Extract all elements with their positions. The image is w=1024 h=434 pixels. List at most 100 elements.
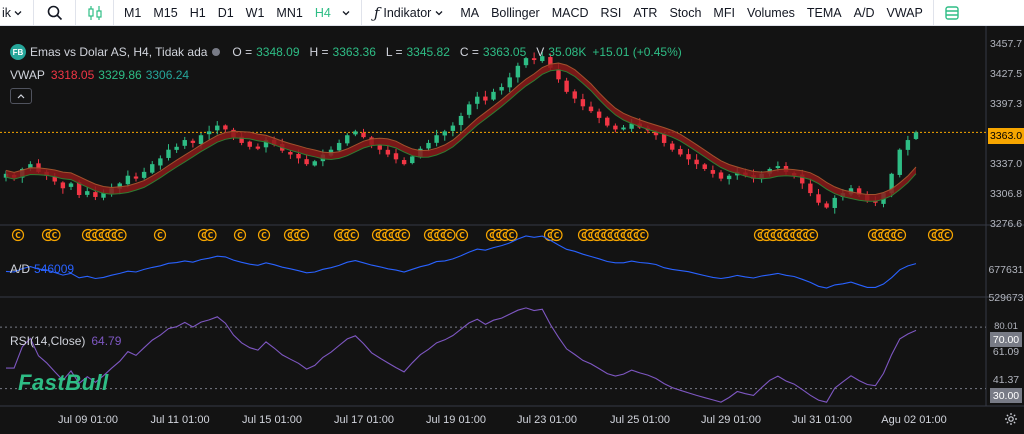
event-marker-letter: C <box>809 231 815 240</box>
candle-up <box>410 156 415 164</box>
event-marker: C <box>204 228 217 242</box>
candle-up <box>905 140 911 150</box>
indicator-atr[interactable]: ATR <box>627 0 663 26</box>
candle-down <box>556 69 561 80</box>
event-marker-letter: C <box>447 231 453 240</box>
timeframe-d1[interactable]: D1 <box>212 0 240 26</box>
indicator-rsi[interactable]: RSI <box>595 0 628 26</box>
event-marker: C <box>805 228 819 242</box>
candle-up <box>434 135 439 143</box>
candle-up <box>507 77 512 88</box>
vwap-value-1: 3318.05 <box>50 68 95 82</box>
candle-up <box>198 135 204 145</box>
candle-up <box>466 104 472 115</box>
candle-down <box>304 159 309 165</box>
collapse-legend-button[interactable] <box>10 88 32 104</box>
candle-up <box>141 171 147 178</box>
price-axis-label: 3306.8 <box>989 188 1023 200</box>
event-marker: C <box>257 228 271 242</box>
event-marker-letter: C <box>640 231 646 240</box>
indicator-tema[interactable]: TEMA <box>801 0 848 26</box>
time-axis-label: Jul 25 01:00 <box>610 414 670 426</box>
candle-down <box>702 164 707 169</box>
event-marker-letter: C <box>897 231 903 240</box>
rsi-series <box>0 307 986 403</box>
ad-line <box>5 235 917 289</box>
event-marker: C <box>455 228 469 242</box>
candle-down <box>401 160 407 165</box>
symbol-title: Emas vs Dolar AS, H4, Tidak ada <box>30 45 208 59</box>
event-marker: C <box>636 228 649 242</box>
chart-area[interactable]: CCCCCCCCCCCCCCCCCCCCCCCCCCCCCCCCCCCCCCCC… <box>0 26 1024 434</box>
market-status-icon <box>212 48 221 56</box>
candle-down <box>255 146 261 149</box>
indicator-ma[interactable]: MA <box>454 0 485 26</box>
vwap-value-2: 3329.86 <box>98 68 142 82</box>
chart-type-button[interactable] <box>76 0 114 26</box>
timeframe-more-button[interactable] <box>337 0 362 26</box>
candle-up <box>174 146 179 150</box>
candle-down <box>710 170 716 174</box>
timeframe-m1[interactable]: M1 <box>118 0 147 26</box>
event-marker-letter: C <box>261 231 267 240</box>
vwap-legend[interactable]: VWAP 3318.05 3329.86 3306.24 <box>10 68 189 82</box>
function-icon: ƒ <box>373 3 380 22</box>
candle-up <box>85 191 90 195</box>
indicator-bollinger[interactable]: Bollinger <box>485 0 546 26</box>
time-axis-label: Agu 02 01:00 <box>881 414 947 426</box>
candle-down <box>686 154 691 160</box>
time-axis-label: Jul 15 01:00 <box>242 414 302 426</box>
candle-up <box>775 166 781 169</box>
chart-canvas[interactable]: CCCCCCCCCCCCCCCCCCCCCCCCCCCCCCCCCCCCCCCC… <box>0 26 1024 434</box>
ad-axis-label: 529673 <box>988 292 1024 304</box>
search-button[interactable] <box>34 0 76 26</box>
price-axis-label: 3276.6 <box>989 218 1023 230</box>
candle-up <box>450 125 456 131</box>
candle-down <box>93 192 98 197</box>
timeframe-h4[interactable]: H4 <box>309 0 337 26</box>
event-marker-letter: C <box>52 231 58 240</box>
indicator-vwap[interactable]: VWAP <box>880 0 934 26</box>
vwap-label: VWAP <box>10 68 45 82</box>
candle-up <box>458 115 464 126</box>
close-value: 3363.05 <box>482 45 527 59</box>
symbol-selector[interactable]: ik <box>0 0 34 26</box>
toolbar: ik M1 M15 H1 D1 W1 MN1 H4 ƒ Indikator MA… <box>0 0 1024 26</box>
candle-down <box>613 125 618 130</box>
symbol-badge: FB <box>10 44 26 60</box>
rsi-legend: RSI(14,Close) 64.79 <box>10 334 121 348</box>
rsi-axis-label: 41.37 <box>992 374 1020 386</box>
settings-button[interactable] <box>1004 412 1018 429</box>
candle-down <box>596 111 602 118</box>
event-marker-letter: C <box>350 231 356 240</box>
event-marker-letter: C <box>118 231 124 240</box>
timeframe-w1[interactable]: W1 <box>240 0 271 26</box>
indicator-stoch[interactable]: Stoch <box>663 0 707 26</box>
rsi-axis-label: 61.09 <box>992 346 1020 358</box>
candle-down <box>605 117 610 126</box>
candle-down <box>588 106 594 112</box>
indicator-macd[interactable]: MACD <box>546 0 595 26</box>
timeframe-h1[interactable]: H1 <box>184 0 212 26</box>
timeframe-m15[interactable]: M15 <box>147 0 183 26</box>
candle-up <box>158 158 163 166</box>
candle-down <box>808 183 813 194</box>
indicator-volumes[interactable]: Volumes <box>741 0 801 26</box>
event-marker: C <box>346 228 360 242</box>
indicator-mfi[interactable]: MFI <box>707 0 741 26</box>
event-marker-letter: C <box>459 231 465 240</box>
timeframe-mn1[interactable]: MN1 <box>270 0 308 26</box>
event-marker: C <box>114 228 127 242</box>
indicator-ad[interactable]: A/D <box>848 0 881 26</box>
time-axis-label: Jul 11 01:00 <box>150 414 210 426</box>
indicator-button[interactable]: ƒ Indikator <box>362 0 451 26</box>
layout-button[interactable] <box>934 0 966 26</box>
rsi-line <box>6 307 917 403</box>
event-marker-letter: C <box>509 231 515 240</box>
candlestick-icon <box>87 5 102 20</box>
event-marker-letter: C <box>944 231 950 240</box>
rsi-axis-label: 80.01 <box>994 321 1018 332</box>
candle-down <box>190 140 196 143</box>
time-axis-label: Jul 19 01:00 <box>426 414 486 426</box>
candle-down <box>385 149 391 155</box>
